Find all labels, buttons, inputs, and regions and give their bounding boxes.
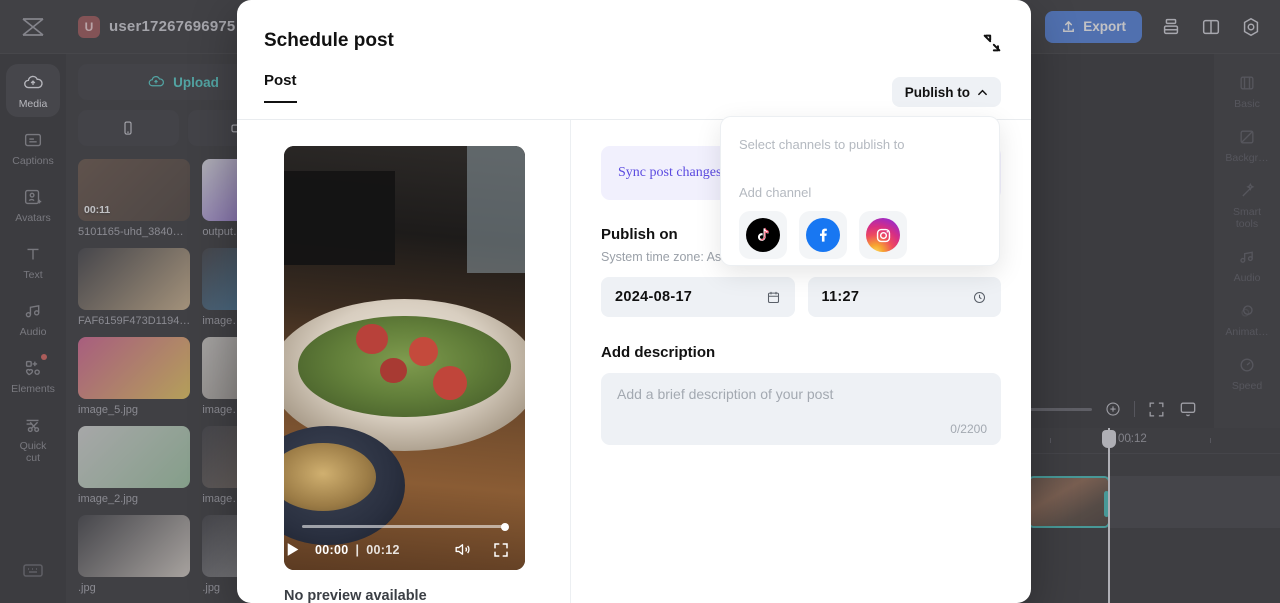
collapse-arrows-icon[interactable] <box>981 32 1003 54</box>
video-total-time: 00:12 <box>366 542 400 557</box>
video-controls: 00:00 | 00:12 <box>284 514 525 570</box>
calendar-icon <box>767 291 779 303</box>
modal-tabs: Post Publish to <box>237 72 1031 120</box>
tab-post[interactable]: Post <box>264 72 297 103</box>
add-channel-label: Add channel <box>739 185 812 200</box>
time-separator: | <box>355 542 360 557</box>
no-preview-label: No preview available <box>284 588 427 603</box>
video-preview[interactable]: 00:00 | 00:12 <box>284 146 525 570</box>
description-input[interactable]: Add a brief description of your post 0/2… <box>601 373 1001 445</box>
publish-to-label: Publish to <box>904 84 970 100</box>
channel-list <box>739 211 999 259</box>
preview-column: 00:00 | 00:12 No preview available <box>237 120 571 603</box>
publish-to-button[interactable]: Publish to <box>891 77 1001 107</box>
modal-header: Schedule post <box>237 0 1031 72</box>
page-title: Schedule post <box>264 30 394 51</box>
sync-banner-text: Sync post changes t <box>618 165 729 180</box>
app-root: U user17267696975… Export Media Captions… <box>0 0 1280 603</box>
instagram-icon <box>876 228 890 242</box>
description-counter: 0/2200 <box>950 422 987 436</box>
video-progress-bar[interactable] <box>302 522 509 531</box>
chevron-up-icon <box>978 89 987 95</box>
channel-tiktok[interactable] <box>739 211 787 259</box>
volume-icon[interactable] <box>453 540 472 559</box>
tiktok-icon <box>757 227 769 241</box>
instagram-badge <box>866 218 900 252</box>
channel-instagram[interactable] <box>859 211 907 259</box>
time-value: 11:27 <box>821 289 860 305</box>
publish-channels-dropdown: Select channels to publish to Add channe… <box>720 116 1000 266</box>
facebook-badge <box>806 218 840 252</box>
add-description-title: Add description <box>601 344 716 361</box>
schedule-post-modal: Schedule post Post Publish to 00:00 | 00… <box>237 0 1031 603</box>
play-icon[interactable] <box>284 541 301 558</box>
time-field[interactable]: 11:27 <box>807 277 1001 317</box>
facebook-icon <box>820 228 827 242</box>
video-current-time: 00:00 <box>315 542 349 557</box>
datetime-row: 2024-08-17 11:27 <box>601 277 1001 317</box>
description-placeholder: Add a brief description of your post <box>617 386 834 402</box>
date-field[interactable]: 2024-08-17 <box>601 277 795 317</box>
progress-knob[interactable] <box>501 522 509 531</box>
clock-icon <box>973 291 986 303</box>
channel-facebook[interactable] <box>799 211 847 259</box>
tiktok-badge <box>746 218 780 252</box>
date-value: 2024-08-17 <box>615 289 693 305</box>
select-channels-label: Select channels to publish to <box>739 137 905 152</box>
fullscreen-icon[interactable] <box>492 541 510 559</box>
